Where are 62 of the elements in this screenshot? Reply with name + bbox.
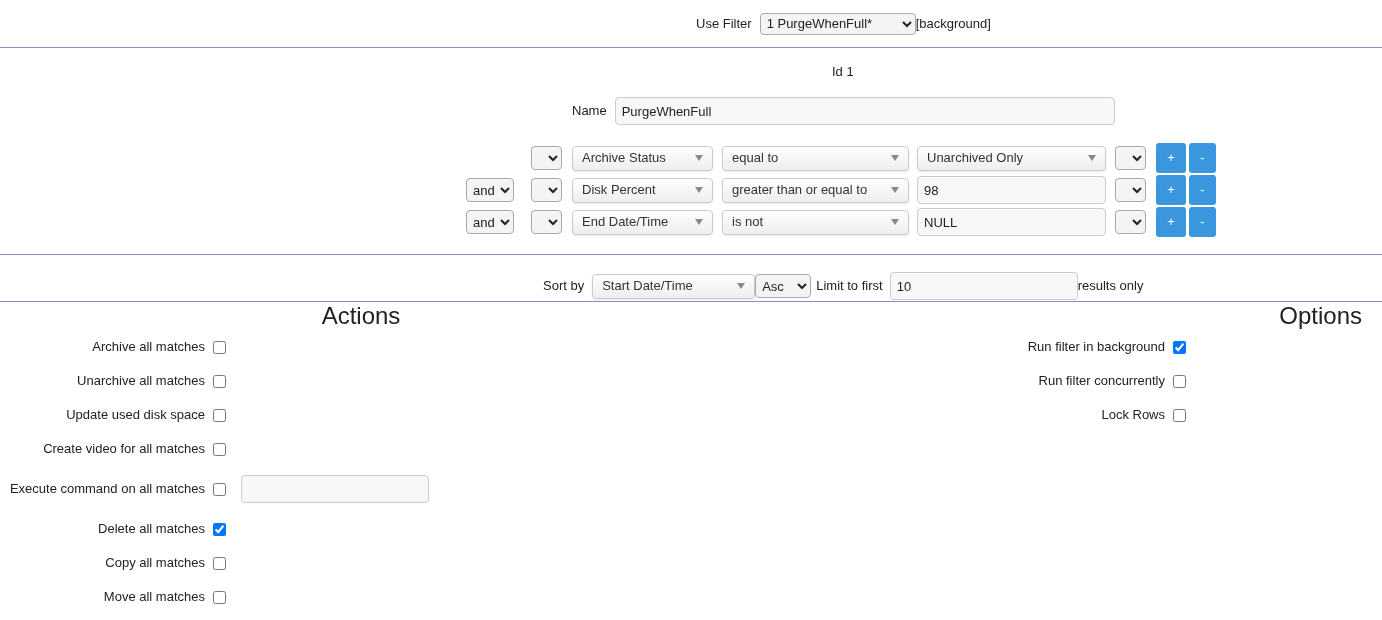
limit-suffix-text: results only [1077, 277, 1144, 296]
direction-select[interactable]: Asc [755, 274, 812, 298]
sort-label: Sort by [543, 277, 585, 296]
section-heading: Actions [321, 302, 401, 329]
name-field[interactable]: PurgeWhenFull [614, 97, 1115, 125]
checkbox[interactable] [213, 522, 226, 536]
value-field[interactable]: 98 [917, 176, 1106, 204]
value-field[interactable]: NULL [917, 208, 1106, 236]
dropdown[interactable]: equal to [722, 145, 909, 171]
action-label: Update used disk space [66, 406, 205, 425]
command-field[interactable] [241, 475, 429, 503]
option-label: Run filter in background [1027, 338, 1165, 357]
checkbox[interactable] [1173, 374, 1186, 388]
parenthesis-select[interactable] [1115, 178, 1146, 202]
checkbox[interactable] [1173, 408, 1186, 422]
filter-mode-text: [background] [915, 14, 991, 33]
checkbox[interactable] [213, 442, 226, 456]
option-label: Run filter concurrently [1038, 372, 1165, 391]
checkbox[interactable] [1173, 340, 1186, 354]
dropdown-triangle-icon [1088, 155, 1096, 161]
dropdown-triangle-icon [891, 155, 899, 161]
checkbox[interactable] [213, 590, 226, 604]
parenthesis-select[interactable] [1115, 146, 1146, 170]
dropdown-triangle-icon [695, 187, 703, 193]
section-heading: Options [1279, 302, 1362, 329]
action-label: Unarchive all matches [77, 372, 205, 391]
action-label: Copy all matches [105, 554, 205, 573]
option-label: Lock Rows [1101, 406, 1165, 425]
action-label: Move all matches [103, 588, 205, 607]
checkbox[interactable] [213, 482, 226, 496]
action-label: Execute command on all matches [9, 480, 205, 499]
id-text: Id 1 [832, 63, 854, 82]
parenthesis-select[interactable] [531, 178, 562, 202]
conjunction-select[interactable]: and [466, 210, 514, 234]
dropdown[interactable]: Archive Status [572, 145, 713, 171]
dropdown[interactable]: Unarchived Only [917, 145, 1106, 171]
action-label: Create video for all matches [43, 440, 205, 459]
filter-label: Use Filter [696, 14, 752, 33]
action-label: Delete all matches [98, 520, 205, 539]
filter-select[interactable]: 1 PurgeWhenFull* [759, 12, 916, 35]
name-label: Name [572, 102, 607, 121]
dropdown-triangle-icon [891, 187, 899, 193]
dropdown-triangle-icon [737, 283, 746, 289]
dropdown[interactable]: Disk Percent [572, 177, 713, 203]
conjunction-select[interactable]: and [466, 178, 514, 202]
parenthesis-select[interactable] [531, 210, 562, 234]
action-label: Archive all matches [92, 338, 205, 357]
checkbox[interactable] [213, 374, 226, 388]
parenthesis-select[interactable] [1115, 210, 1146, 234]
parenthesis-select[interactable] [531, 146, 562, 170]
limit-field[interactable]: 10 [889, 272, 1078, 300]
dropdown-triangle-icon [695, 219, 703, 225]
dropdown-triangle-icon [891, 219, 899, 225]
limit-label: Limit to first [816, 277, 883, 296]
dropdown[interactable]: is not [722, 209, 909, 235]
dropdown[interactable]: greater than or equal to [722, 177, 909, 203]
dropdown[interactable]: Start Date/Time [592, 273, 756, 299]
checkbox[interactable] [213, 556, 226, 570]
dropdown[interactable]: End Date/Time [572, 209, 713, 235]
dropdown-triangle-icon [695, 155, 703, 161]
checkbox[interactable] [213, 408, 226, 422]
checkbox[interactable] [213, 340, 226, 354]
